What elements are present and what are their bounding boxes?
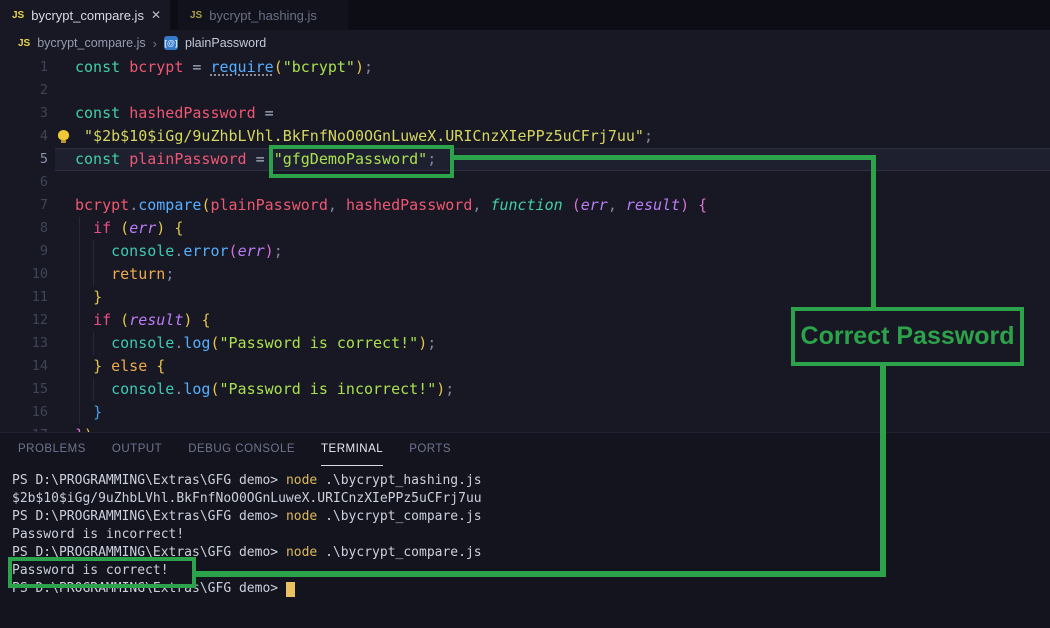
highlight-box-plain-password — [269, 145, 454, 178]
code-line: 8 if (err) { — [0, 217, 1050, 240]
breadcrumb: JS bycrypt_compare.js › [@] plainPasswor… — [0, 30, 1050, 56]
connector-line-top-horizontal — [452, 155, 876, 160]
code-line: 9 console.error(err); — [0, 240, 1050, 263]
close-icon[interactable]: ✕ — [151, 8, 161, 22]
highlight-box-terminal-output — [8, 557, 196, 588]
code-line: 7 bcrypt.compare(plainPassword, hashedPas… — [0, 194, 1050, 217]
tab-bycrypt-compare[interactable]: JS bycrypt_compare.js ✕ — [0, 0, 170, 30]
terminal-line: PS D:\PROGRAMMING\Extras\GFG demo> node … — [12, 473, 482, 488]
terminal-line: $2b$10$iGg/9uZhbLVhl.BkFnfNoO0OGnLuweX.U… — [12, 491, 482, 506]
chevron-right-icon: › — [152, 35, 157, 51]
code-line: 6 — [0, 171, 1050, 194]
lightbulb-icon[interactable] — [58, 130, 69, 143]
code-line: 11 } — [0, 286, 1050, 309]
breadcrumb-symbol[interactable]: plainPassword — [185, 36, 266, 50]
line-number: 14 — [31, 358, 48, 374]
terminal-line: Password is incorrect! — [12, 527, 185, 542]
panel-tab-output[interactable]: OUTPUT — [112, 433, 162, 466]
code-line: 3 const hashedPassword = — [0, 102, 1050, 125]
line-number: 4 — [39, 128, 48, 144]
line-number: 1 — [39, 59, 48, 75]
line-number: 13 — [31, 335, 48, 351]
code-line: 4 "$2b$10$iGg/9uZhbLVhl.BkFnfNoO0OGnLuwe… — [0, 125, 1050, 148]
code-line: 15 console.log("Password is incorrect!")… — [0, 378, 1050, 401]
correct-password-label-text: Correct Password — [800, 322, 1015, 350]
tab-label: bycrypt_compare.js — [31, 7, 144, 23]
line-number: 3 — [39, 105, 48, 121]
line-number: 15 — [31, 381, 48, 397]
vscode-window: JS bycrypt_compare.js ✕ JS bycrypt_hashi… — [0, 0, 1050, 628]
line-number: 12 — [31, 312, 48, 328]
line-number: 8 — [39, 220, 48, 236]
line-number: 7 — [39, 197, 48, 213]
line-number: 10 — [31, 266, 48, 282]
code-area[interactable]: 1 const bcrypt = require("bcrypt"); 2 3 cons… — [0, 56, 1050, 432]
panel-tab-debug-console[interactable]: DEBUG CONSOLE — [188, 433, 295, 466]
tab-label: bycrypt_hashing.js — [209, 7, 317, 23]
code-line: 10 return; — [0, 263, 1050, 286]
panel-tab-problems[interactable]: PROBLEMS — [18, 433, 86, 466]
symbol-variable-icon: [@] — [163, 36, 178, 50]
terminal-line: PS D:\PROGRAMMING\Extras\GFG demo> node … — [12, 509, 482, 524]
code-line: 17}); — [0, 424, 1050, 432]
line-number: 2 — [39, 82, 48, 98]
line-number: 5 — [39, 151, 48, 167]
tab-bycrypt-hashing[interactable]: JS bycrypt_hashing.js — [178, 0, 348, 30]
connector-line-bottom-vertical — [880, 365, 886, 577]
code-line: 2 — [0, 79, 1050, 102]
bottom-panel: PROBLEMS OUTPUT DEBUG CONSOLE TERMINAL PORTS… — [0, 432, 1050, 628]
connector-line-bottom-horizontal — [195, 571, 886, 577]
js-file-icon: JS — [18, 37, 31, 49]
terminal-cursor — [285, 582, 295, 597]
panel-tab-ports[interactable]: PORTS — [409, 433, 451, 466]
line-number: 11 — [31, 289, 48, 305]
correct-password-label: Correct Password — [791, 307, 1024, 366]
panel-tab-terminal[interactable]: TERMINAL — [321, 433, 384, 466]
line-number: 17 — [0, 424, 48, 432]
js-file-icon: JS — [12, 9, 25, 21]
code-line: 1 const bcrypt = require("bcrypt"); — [0, 56, 1050, 79]
js-file-icon: JS — [190, 9, 203, 21]
breadcrumb-file[interactable]: bycrypt_compare.js — [37, 36, 145, 50]
line-number: 6 — [39, 174, 48, 190]
line-number: 9 — [39, 243, 48, 259]
line-number: 16 — [31, 404, 48, 420]
code-line: 16 } — [0, 401, 1050, 424]
panel-tab-bar: PROBLEMS OUTPUT DEBUG CONSOLE TERMINAL PORTS — [0, 433, 1050, 466]
connector-line-top-vertical — [871, 155, 876, 308]
editor-tab-bar: JS bycrypt_compare.js ✕ JS bycrypt_hashi… — [0, 0, 1050, 30]
